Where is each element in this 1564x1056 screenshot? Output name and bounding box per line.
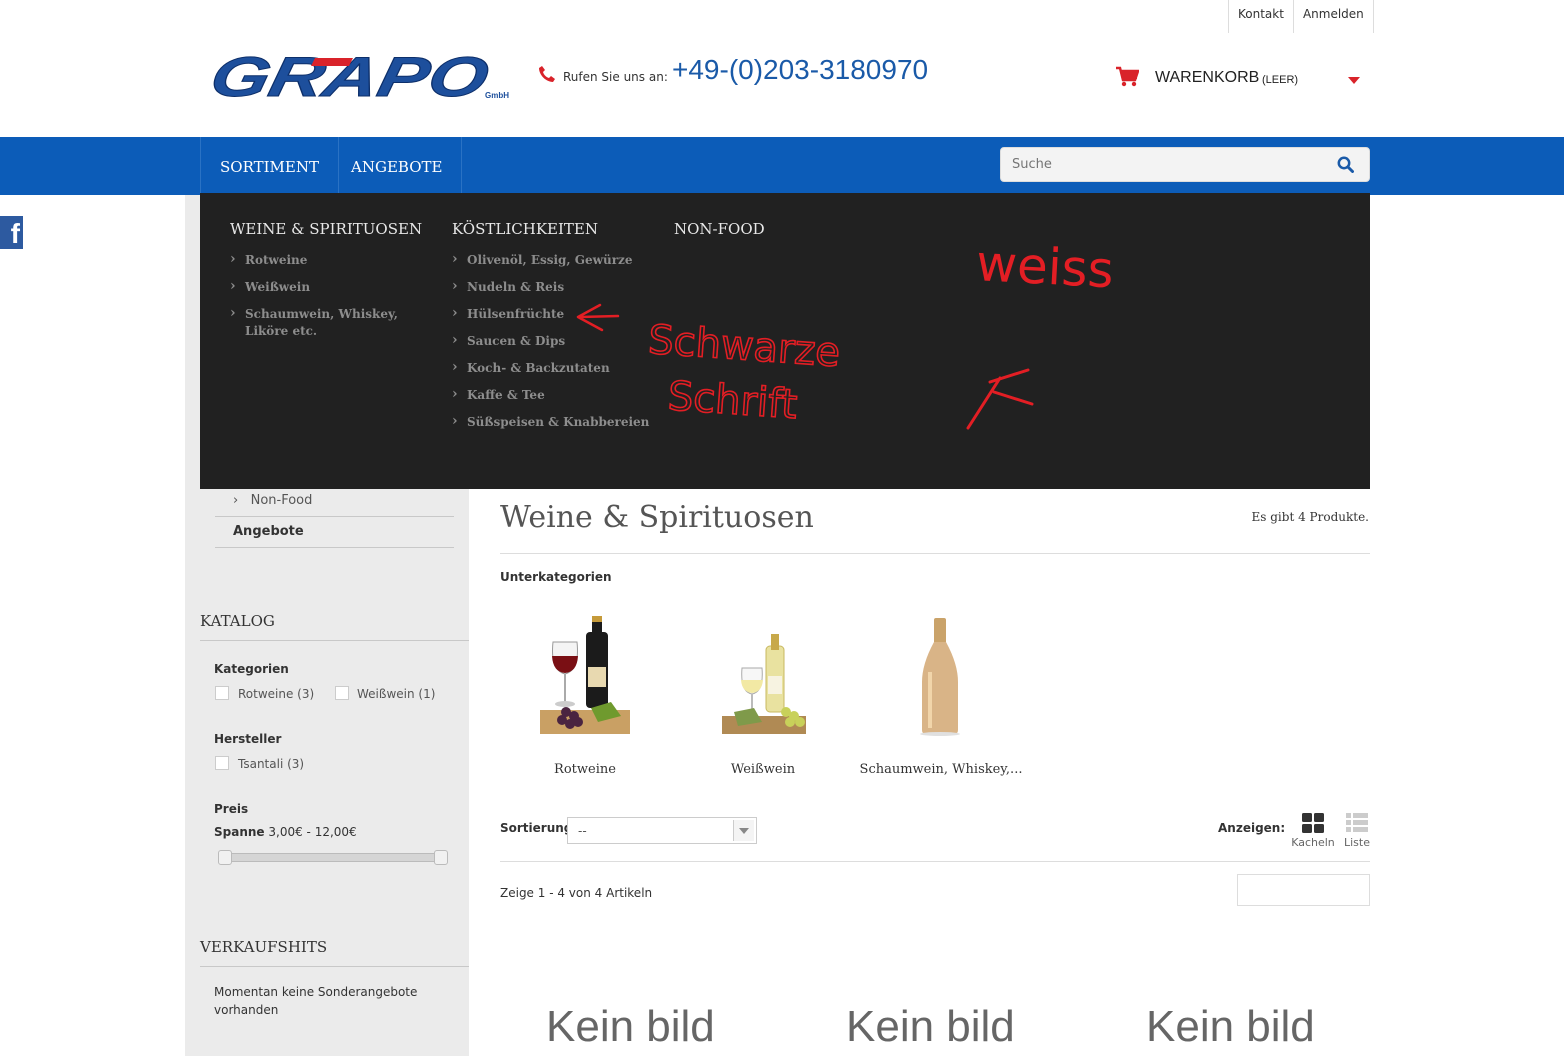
view-grid-label: Kacheln: [1291, 836, 1335, 849]
kategorien-heading: Kategorien: [214, 662, 289, 676]
filter-label-weisswein[interactable]: Weißwein (1): [357, 687, 435, 701]
verkaufshits-text: Momentan keine Sonderangebote vorhanden: [214, 985, 418, 1017]
hersteller-heading: Hersteller: [214, 732, 282, 746]
cart-dropdown-caret-icon[interactable]: [1348, 77, 1360, 84]
search-box: [1000, 147, 1370, 182]
sparkling-wine-image[interactable]: [892, 612, 992, 738]
cart-icon[interactable]: [1115, 66, 1139, 88]
showing-count: Zeige 1 - 4 von 4 Artikeln: [500, 886, 653, 900]
preis-heading: Preis: [214, 802, 249, 816]
cart-status: (LEER): [1262, 74, 1299, 86]
login-link[interactable]: Anmelden: [1292, 0, 1374, 33]
phone-icon: [539, 66, 555, 82]
mega-menu: WEINE & SPIRITUOSEN Rotweine Weißwein Sc…: [200, 193, 1370, 489]
page-title: Weine & Spirituosen: [500, 500, 814, 535]
price-slider-max-handle[interactable]: [434, 850, 448, 865]
product-no-image[interactable]: Kein bild: [546, 1002, 715, 1052]
mega-menu-item[interactable]: Rotweine: [230, 251, 435, 269]
mega-menu-item[interactable]: Nudeln & Reis: [452, 278, 652, 296]
mega-menu-column-koestlichkeiten: KÖSTLICHKEITEN Olivenöl, Essig, Gewürze …: [452, 220, 652, 441]
mega-menu-item[interactable]: Süßspeisen & Knabbereien: [452, 413, 652, 431]
mega-menu-item[interactable]: Kaffe & Tee: [452, 386, 652, 404]
sidebar-tree-nonfood-label: Non-Food: [250, 493, 313, 508]
price-range-value: 3,00€ - 12,00€: [268, 825, 357, 839]
mega-menu-column-nonfood: NON-FOOD: [674, 220, 824, 252]
product-count: Es gibt 4 Produkte.: [1251, 510, 1369, 524]
sort-label: Sortierung: [500, 821, 573, 835]
chevron-down-icon[interactable]: [733, 820, 754, 841]
filter-checkbox-rotweine[interactable]: [215, 686, 229, 700]
mega-menu-item[interactable]: Olivenöl, Essig, Gewürze: [452, 251, 652, 269]
white-wine-image[interactable]: [714, 612, 814, 738]
subcategory-name[interactable]: Schaumwein, Whiskey,...: [856, 762, 1026, 777]
search-icon[interactable]: [1337, 156, 1354, 173]
view-list-label: Liste: [1344, 836, 1370, 849]
price-slider-min-handle[interactable]: [218, 850, 232, 865]
verkaufshits-heading: VERKAUFSHITS: [200, 938, 328, 956]
filter-label-rotweine[interactable]: Rotweine (3): [238, 687, 314, 701]
divider: [500, 861, 1370, 862]
product-no-image[interactable]: Kein bild: [846, 1002, 1015, 1052]
mega-menu-item[interactable]: Weißwein: [230, 278, 435, 296]
sidebar-tree-angebote[interactable]: Angebote: [233, 524, 304, 539]
grid-view-icon: [1302, 813, 1324, 833]
search-input[interactable]: [1012, 148, 1322, 181]
divider: [215, 516, 454, 517]
nav-angebote[interactable]: ANGEBOTE: [332, 137, 463, 195]
filter-label-tsantali[interactable]: Tsantali (3): [238, 757, 304, 771]
mega-menu-heading[interactable]: KÖSTLICHKEITEN: [452, 220, 652, 238]
divider: [200, 966, 469, 967]
mega-menu-item[interactable]: Hülsenfrüchte: [452, 305, 652, 323]
filter-checkbox-weisswein[interactable]: [335, 686, 349, 700]
red-wine-image[interactable]: [536, 612, 636, 738]
view-label: Anzeigen:: [1218, 821, 1286, 835]
katalog-heading: KATALOG: [200, 612, 275, 630]
price-range: Spanne 3,00€ - 12,00€: [214, 825, 357, 839]
subcategory-name[interactable]: Rotweine: [500, 762, 670, 777]
mega-menu-item[interactable]: Schaumwein, Whiskey, Liköre etc.: [230, 305, 435, 340]
top-links: Kontakt Anmelden: [1228, 0, 1374, 33]
divider: [200, 640, 469, 641]
mega-menu-heading[interactable]: WEINE & SPIRITUOSEN: [230, 220, 435, 238]
sort-selected-value: --: [578, 824, 587, 838]
divider: [500, 553, 1370, 554]
grapo-logo[interactable]: GRAPO GmbH: [203, 52, 515, 102]
mega-menu-item[interactable]: Koch- & Backzutaten: [452, 359, 652, 377]
cart-label[interactable]: WARENKORB: [1155, 69, 1259, 87]
subcategories-label: Unterkategorien: [500, 570, 612, 584]
mega-menu-heading[interactable]: NON-FOOD: [674, 220, 824, 238]
facebook-icon[interactable]: f: [0, 216, 23, 249]
sidebar-tree-nonfood[interactable]: › Non-Food: [233, 493, 312, 508]
contact-link[interactable]: Kontakt: [1228, 0, 1293, 33]
list-view-icon: [1346, 813, 1368, 832]
product-no-image[interactable]: Kein bild: [1146, 1002, 1315, 1052]
filter-checkbox-tsantali[interactable]: [215, 756, 229, 770]
nav-sortiment[interactable]: SORTIMENT: [200, 137, 339, 195]
pagination-box[interactable]: [1237, 874, 1370, 906]
subcategory-name[interactable]: Weißwein: [678, 762, 848, 777]
divider: [215, 547, 454, 548]
mega-menu-item[interactable]: Saucen & Dips: [452, 332, 652, 350]
phone-label: Rufen Sie uns an:: [563, 70, 668, 84]
chevron-right-icon: ›: [233, 493, 239, 508]
price-range-label: Spanne: [214, 825, 265, 839]
logo-sub: GmbH: [485, 91, 509, 100]
sort-select[interactable]: --: [567, 817, 757, 844]
mega-menu-column-weine: WEINE & SPIRITUOSEN Rotweine Weißwein Sc…: [230, 220, 435, 350]
price-slider-track[interactable]: [220, 853, 446, 862]
phone-number[interactable]: +49-(0)203-3180970: [672, 54, 928, 86]
